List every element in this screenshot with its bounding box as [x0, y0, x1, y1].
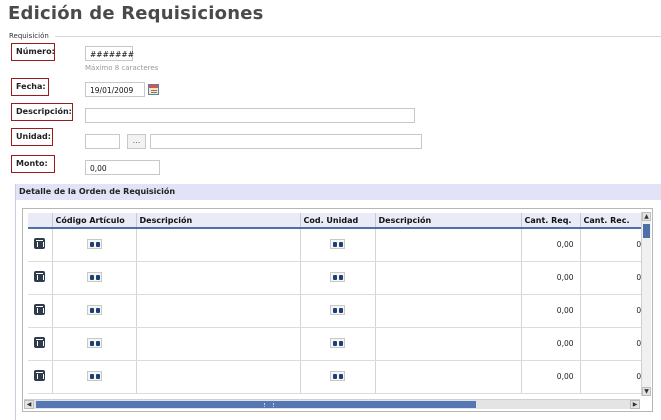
row-cant-req[interactable]: 0,00	[521, 360, 581, 394]
detail-header-row: Código Artículo Descripción Cod. Unidad …	[28, 213, 651, 229]
trash-icon[interactable]	[34, 238, 46, 250]
fieldset-legend: Requisición	[9, 32, 49, 40]
fieldset-divider	[55, 36, 661, 37]
table-row: 0,00 0,	[28, 261, 651, 295]
horizontal-scrollbar[interactable]: ◀ ▶	[24, 399, 640, 409]
binoculars-icon[interactable]	[86, 304, 102, 315]
binoculars-icon[interactable]	[330, 337, 345, 348]
row-cant-rec[interactable]: 0,	[580, 228, 651, 262]
fecha-input[interactable]: 19/01/2009	[85, 82, 145, 97]
monto-label: Monto:	[11, 155, 55, 173]
detail-table: Código Artículo Descripción Cod. Unidad …	[28, 213, 651, 394]
scroll-right-arrow-icon[interactable]: ▶	[630, 400, 640, 409]
row-descripcion[interactable]	[136, 360, 301, 394]
col-cod-unidad[interactable]: Cod. Unidad	[300, 213, 376, 229]
row-cant-req[interactable]: 0,00	[521, 294, 581, 328]
col-descripcion[interactable]: Descripción	[136, 213, 301, 229]
detail-grid: Código Artículo Descripción Cod. Unidad …	[22, 208, 653, 412]
scroll-left-arrow-icon[interactable]: ◀	[24, 400, 34, 409]
binoculars-icon[interactable]	[330, 304, 345, 315]
trash-icon[interactable]	[34, 337, 46, 348]
trash-icon[interactable]	[34, 370, 46, 381]
col-cant-rec[interactable]: Cant. Rec.	[580, 213, 651, 229]
col-actions	[28, 213, 53, 229]
table-row: 0,00 0,	[28, 360, 651, 394]
binoculars-icon[interactable]	[330, 271, 345, 282]
numero-input[interactable]: #######	[85, 46, 134, 61]
row-descripcion[interactable]	[136, 228, 301, 262]
scroll-grip-icon	[264, 403, 274, 407]
binoculars-icon[interactable]	[86, 337, 102, 348]
fecha-label: Fecha:	[11, 78, 49, 96]
row-descripcion-unidad[interactable]	[375, 294, 522, 328]
table-row: 0,00 0,	[28, 327, 651, 361]
col-descripcion-unidad[interactable]: Descripción	[375, 213, 522, 229]
unidad-label: Unidad:	[11, 128, 53, 146]
row-descripcion[interactable]	[136, 327, 301, 361]
unidad-lookup-button[interactable]: ...	[127, 134, 146, 149]
unidad-name-input[interactable]	[150, 134, 422, 149]
table-row: 0,00 0,	[28, 294, 651, 328]
row-descripcion[interactable]	[136, 261, 301, 295]
row-cant-req[interactable]: 0,00	[521, 228, 581, 262]
numero-hint: Máximo 8 caracteres	[85, 64, 159, 72]
row-descripcion-unidad[interactable]	[375, 261, 522, 295]
row-descripcion-unidad[interactable]	[375, 327, 522, 361]
binoculars-icon[interactable]	[86, 238, 102, 249]
row-cant-rec[interactable]: 0,	[580, 294, 651, 328]
unidad-code-input[interactable]	[85, 134, 120, 149]
row-cant-req[interactable]: 0,00	[521, 261, 581, 295]
trash-icon[interactable]	[34, 271, 46, 282]
scroll-down-arrow-icon[interactable]: ▼	[642, 387, 651, 396]
row-cant-req[interactable]: 0,00	[521, 327, 581, 361]
scroll-thumb[interactable]	[643, 224, 650, 238]
binoculars-icon[interactable]	[330, 370, 345, 381]
descripcion-label: Descripción:	[11, 103, 73, 121]
scroll-up-arrow-icon[interactable]: ▲	[642, 212, 651, 221]
col-codigo-articulo[interactable]: Código Artículo	[52, 213, 137, 229]
descripcion-input[interactable]	[85, 108, 415, 123]
page-title: Edición de Requisiciones	[8, 3, 264, 24]
row-cant-rec[interactable]: 0,	[580, 261, 651, 295]
row-descripcion-unidad[interactable]	[375, 360, 522, 394]
binoculars-icon[interactable]	[86, 370, 102, 381]
table-row: 0,00 0,	[28, 228, 651, 262]
row-cant-rec[interactable]: 0,	[580, 360, 651, 394]
detail-header: Detalle de la Orden de Requisición	[16, 184, 661, 200]
col-cant-req[interactable]: Cant. Req.	[521, 213, 581, 229]
scroll-thumb[interactable]	[36, 401, 476, 408]
binoculars-icon[interactable]	[86, 271, 102, 282]
row-descripcion-unidad[interactable]	[375, 228, 522, 262]
calendar-icon[interactable]	[148, 84, 159, 95]
numero-label: Número:	[11, 43, 55, 61]
binoculars-icon[interactable]	[330, 238, 345, 249]
row-descripcion[interactable]	[136, 294, 301, 328]
monto-input[interactable]: 0,00	[85, 160, 160, 175]
vertical-scrollbar[interactable]: ▲ ▼	[641, 212, 651, 396]
row-cant-rec[interactable]: 0,	[580, 327, 651, 361]
trash-icon[interactable]	[34, 304, 46, 315]
